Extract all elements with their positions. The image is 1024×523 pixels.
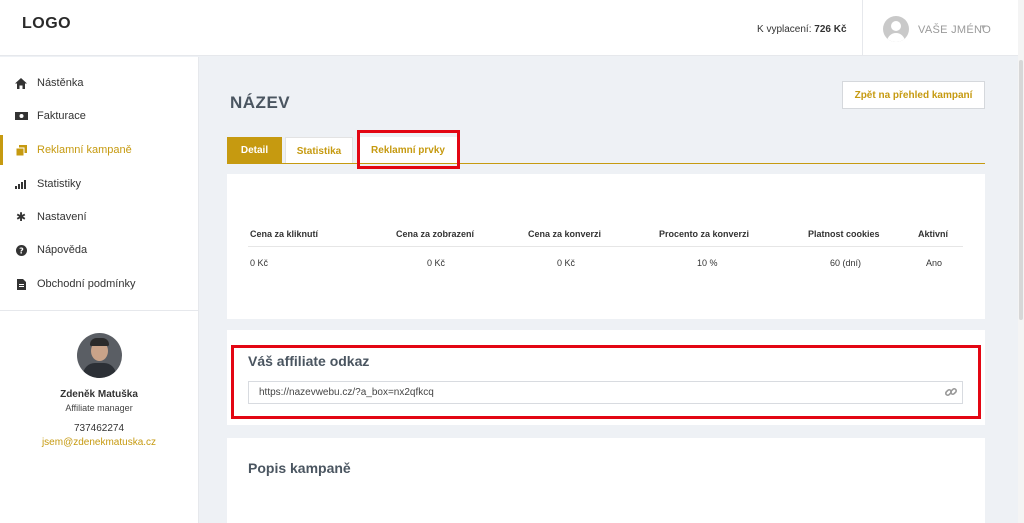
scrollbar-thumb[interactable] (1019, 60, 1023, 320)
campaign-description-card (227, 438, 985, 523)
logo[interactable]: LOGO (22, 15, 71, 33)
tab-detail[interactable]: Detail (227, 137, 282, 164)
back-to-campaigns-button[interactable]: Zpět na přehled kampaní (842, 81, 985, 109)
affiliate-link-field[interactable] (248, 381, 963, 404)
table-cell: 60 (dní) (830, 258, 862, 268)
sidebar-item-label: Reklamní kampaně (37, 144, 132, 156)
sidebar-item-fakturace[interactable]: Fakturace (0, 101, 198, 131)
sidebar-item-reklamni-kampane[interactable]: Reklamní kampaně (0, 135, 198, 165)
signal-bars-icon (14, 179, 28, 189)
table-cell: 0 Kč (250, 258, 269, 268)
payout-info: K vyplacení: 726 Kč (757, 24, 847, 35)
question-circle-icon: ? (14, 244, 28, 256)
sidebar-item-label: Fakturace (37, 110, 86, 122)
table-divider (248, 246, 963, 247)
sidebar-item-label: Nástěnka (37, 77, 84, 89)
table-header: Cena za kliknutí (250, 229, 319, 239)
manager-role: Affiliate manager (65, 403, 133, 413)
manager-avatar (77, 333, 122, 378)
table-header: Cena za zobrazení (396, 229, 475, 239)
link-icon[interactable] (944, 385, 958, 399)
tab-statistika[interactable]: Statistika (285, 137, 353, 164)
sidebar: Nástěnka Fakturace Reklamní kampaně Stat… (0, 57, 199, 523)
table-header: Aktivní (918, 229, 949, 239)
copy-icon (14, 144, 28, 156)
affiliate-link-card (227, 330, 985, 425)
sidebar-item-label: Obchodní podmínky (37, 278, 136, 290)
chevron-down-icon[interactable]: ▾ (981, 22, 986, 33)
manager-name: Zdeněk Matuška (60, 389, 138, 400)
document-icon (14, 278, 28, 290)
tab-reklamni-prvky[interactable]: Reklamní prvky (358, 137, 458, 164)
gear-icon: ✱ (15, 210, 27, 224)
table-header: Cena za konverzi (528, 229, 602, 239)
table-header: Platnost cookies (808, 229, 880, 239)
sidebar-item-nastaveni[interactable]: ✱ Nastavení (0, 202, 198, 232)
affiliate-link-title: Váš affiliate odkaz (248, 353, 370, 369)
sidebar-item-napoveda[interactable]: ? Nápověda (0, 235, 198, 265)
money-icon (14, 112, 28, 120)
sidebar-item-statistiky[interactable]: Statistiky (0, 169, 198, 199)
payout-value: 726 Kč (814, 24, 847, 35)
manager-phone[interactable]: 737462274 (0, 423, 198, 434)
payout-label: K vyplacení: (757, 24, 812, 35)
description-title: Popis kampaně (248, 460, 351, 476)
table-cell: Ano (926, 258, 943, 268)
table-cell: 0 Kč (427, 258, 446, 268)
table-cell: 10 % (697, 258, 718, 268)
top-header: LOGO K vyplacení: 726 Kč VAŠE JMÉNO ▾ (0, 0, 1018, 56)
home-icon (14, 77, 28, 89)
table-header: Procento za konverzi (659, 229, 750, 239)
sidebar-item-label: Nápověda (37, 244, 88, 256)
sidebar-item-nastenka[interactable]: Nástěnka (0, 68, 198, 98)
sidebar-divider (0, 310, 198, 311)
manager-email[interactable]: jsem@zdenekmatuska.cz (0, 437, 198, 448)
tabs-underline (227, 163, 985, 164)
sidebar-item-label: Nastavení (37, 211, 87, 223)
page-scrollbar[interactable] (1018, 0, 1024, 523)
user-menu[interactable]: VAŠE JMÉNO ▾ (862, 0, 1018, 56)
page-title: NÁZEV (230, 93, 291, 112)
sidebar-item-obchodni-podminky[interactable]: Obchodní podmínky (0, 269, 198, 299)
user-avatar-icon[interactable] (883, 16, 909, 42)
svg-text:?: ? (19, 246, 24, 255)
sidebar-item-label: Statistiky (37, 178, 82, 190)
table-cell: 0 Kč (557, 258, 576, 268)
